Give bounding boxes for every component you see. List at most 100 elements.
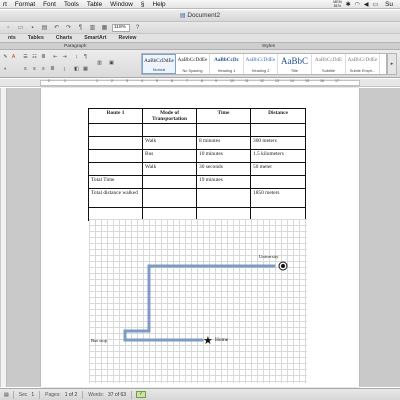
vertical-ruler[interactable]: [1, 88, 7, 387]
zoom-field[interactable]: 118%: [112, 23, 130, 32]
style-no-spacing[interactable]: AaBbCcDdEe No Spacing: [176, 54, 210, 74]
style-subtitle[interactable]: AaBbCcDdE Subtitle: [312, 54, 346, 74]
table-cell[interactable]: [142, 175, 197, 189]
decrease-indent-icon[interactable]: ⇤: [52, 53, 59, 60]
table-cell[interactable]: [196, 188, 251, 208]
style-heading-1[interactable]: AaBbCcDc Heading 1: [210, 54, 244, 74]
table-cell[interactable]: 30 seconds: [196, 162, 251, 176]
bullets-icon[interactable]: ☰: [22, 53, 29, 60]
pages-indicator[interactable]: Pages: 1 of 2: [40, 390, 84, 399]
memory-indicator[interactable]: MEM 81%: [333, 0, 341, 8]
tab-tables[interactable]: Tables: [22, 35, 50, 42]
table-cell[interactable]: [88, 162, 143, 176]
style-subtle-emphasis[interactable]: AaBbCcDdEe Subtle Emph...: [346, 54, 380, 74]
multilevel-list-icon[interactable]: ≣: [40, 53, 47, 60]
help-icon[interactable]: ?: [133, 24, 142, 32]
table-cell[interactable]: 1850 meters: [250, 188, 306, 208]
university-marker-icon[interactable]: [278, 261, 288, 271]
menu-item-font[interactable]: Font: [43, 1, 56, 8]
route-map-drawing: ★: [123, 261, 288, 347]
sort-icon[interactable]: ↕: [73, 53, 80, 60]
increase-indent-icon[interactable]: ⇥: [61, 53, 68, 60]
align-center-icon[interactable]: ≡: [31, 65, 38, 72]
table-cell[interactable]: Total Time: [88, 175, 143, 189]
text-box-icon[interactable]: ▣: [108, 59, 115, 66]
menu-clock-text[interactable]: Su: [385, 1, 393, 8]
justify-icon[interactable]: ≣: [49, 65, 56, 72]
table-cell[interactable]: 8 minutes: [196, 136, 251, 150]
route-table[interactable]: Route 1 Mode of Transportation Time Dist…: [88, 108, 306, 221]
sidebar-toggle-icon[interactable]: ▥: [88, 24, 97, 32]
redo-icon[interactable]: ↷: [64, 24, 73, 32]
table-header-cell[interactable]: Time: [196, 108, 251, 124]
table-cell[interactable]: [250, 123, 306, 137]
table-cell[interactable]: [196, 123, 251, 137]
undo-icon[interactable]: ↶: [52, 24, 61, 32]
menu-item-help[interactable]: Help: [152, 1, 165, 8]
volume-icon[interactable]: ◀: [364, 1, 369, 8]
line-spacing-icon[interactable]: ↨: [61, 65, 68, 72]
tab-elements[interactable]: nts: [2, 35, 22, 42]
save-icon[interactable]: ▪: [28, 24, 37, 32]
horizontal-ruler[interactable]: 2 1 1 2 3 4 5 6 7 8 9 10 11 12 13 14 15 …: [0, 79, 400, 87]
menu-item-format[interactable]: Format: [15, 1, 35, 8]
table-cell[interactable]: [142, 188, 197, 208]
table-cell[interactable]: 19 minutes: [196, 175, 251, 189]
table-cell[interactable]: 10 minutes: [196, 149, 251, 163]
table-cell[interactable]: Walk: [142, 136, 197, 150]
style-heading-2[interactable]: AaBbCcDdEe Heading 2: [244, 54, 278, 74]
show-formatting-icon[interactable]: ¶: [76, 24, 85, 32]
text-highlight-icon[interactable]: ✎: [2, 53, 9, 60]
table-cell[interactable]: Walk: [142, 162, 197, 176]
columns-icon[interactable]: ▥: [96, 59, 103, 66]
document-page[interactable]: Route 1 Mode of Transportation Time Dist…: [41, 88, 359, 387]
align-right-icon[interactable]: ≡: [40, 65, 47, 72]
tab-charts[interactable]: Charts: [50, 35, 78, 42]
table-cell[interactable]: [88, 136, 143, 150]
table-cell[interactable]: Bus: [142, 149, 197, 163]
table-cell[interactable]: [142, 123, 197, 137]
print-icon[interactable]: ▤: [40, 24, 49, 32]
tab-smartart[interactable]: SmartArt: [78, 35, 112, 42]
new-document-icon[interactable]: ▫: [4, 24, 13, 32]
style-title[interactable]: AaBbC Title: [278, 54, 312, 74]
home-star-icon[interactable]: ★: [203, 334, 213, 347]
menu-item-scripts-icon[interactable]: §: [141, 1, 145, 8]
styles-scroll-icon[interactable]: ▸: [387, 53, 397, 75]
menu-extras: MEM 81% ✱ ◠ ◀ ▭ Su: [333, 0, 398, 9]
spelling-check-icon[interactable]: ✓: [136, 391, 147, 398]
layout-view-icon[interactable]: ▤: [0, 390, 14, 399]
table-cell[interactable]: [88, 149, 143, 163]
gallery-icon[interactable]: ▦: [100, 24, 109, 32]
bluetooth-icon[interactable]: ✱: [346, 1, 351, 8]
ribbon-tabs: nts Tables Charts SmartArt Review: [0, 34, 400, 43]
battery-icon[interactable]: ▭: [373, 1, 379, 8]
section-indicator[interactable]: Sec 1: [14, 390, 41, 399]
table-header-cell[interactable]: Mode of Transportation: [142, 108, 197, 124]
font-color-icon[interactable]: A: [10, 53, 17, 60]
table-cell[interactable]: 300 meters: [250, 136, 306, 150]
table-cell[interactable]: 50 meter: [250, 162, 306, 176]
table-cell[interactable]: [250, 175, 306, 189]
menu-item-insert[interactable]: rt: [3, 1, 7, 8]
wifi-icon[interactable]: ◠: [355, 1, 360, 8]
menu-item-window[interactable]: Window: [110, 1, 133, 8]
route-map-grid[interactable]: ★ University Home Bus stop: [89, 219, 307, 383]
text-effects-icon[interactable]: ◐: [2, 65, 9, 72]
menu-item-table[interactable]: Table: [87, 1, 102, 8]
borders-icon[interactable]: ▦: [82, 65, 89, 72]
table-header-cell[interactable]: Route 1: [88, 108, 143, 124]
style-normal[interactable]: AaBbCcDdEe Normal: [142, 54, 176, 74]
menu-item-tools[interactable]: Tools: [64, 1, 79, 8]
table-cell[interactable]: [88, 123, 143, 137]
table-header-cell[interactable]: Distance: [250, 108, 306, 124]
align-left-icon[interactable]: ≡: [22, 65, 29, 72]
word-count-indicator[interactable]: Words: 37 of 63: [83, 390, 133, 399]
open-icon[interactable]: ▭: [16, 24, 25, 32]
table-cell[interactable]: Total distance walked: [88, 188, 143, 208]
paragraph-marks-icon[interactable]: ¶: [82, 53, 89, 60]
tab-review[interactable]: Review: [112, 35, 142, 42]
shading-icon[interactable]: ◧: [73, 65, 80, 72]
table-cell[interactable]: 1.5 kilometers: [250, 149, 306, 163]
numbering-icon[interactable]: ☷: [31, 53, 38, 60]
